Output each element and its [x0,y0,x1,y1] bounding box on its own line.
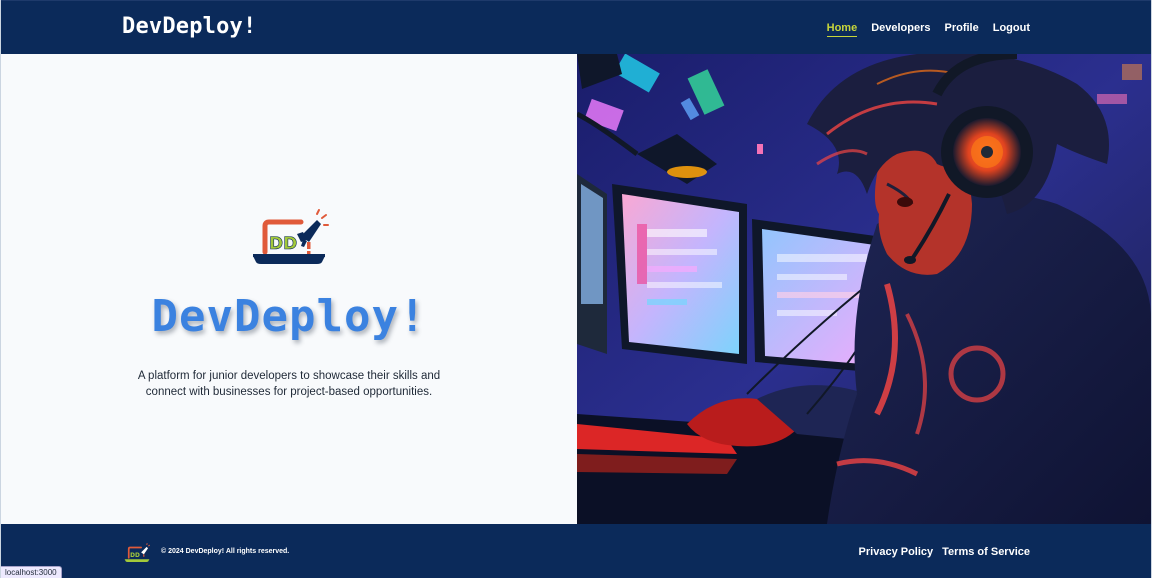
anime-developer-illustration-icon [577,54,1151,524]
page: DevDeploy! Home Developers Profile Logou… [0,0,1152,578]
nav-profile-link[interactable]: Profile [945,20,979,37]
hero-title: DevDeploy! [151,291,427,342]
nav-home-link[interactable]: Home [826,20,858,37]
nav-logout-link[interactable]: Logout [993,20,1030,37]
hero-description: A platform for junior developers to show… [137,370,441,398]
footer-links: Privacy Policy Terms of Service [859,545,1030,559]
devdeploy-megaphone-logo-icon: DD [249,206,329,270]
nav-developers-link[interactable]: Developers [871,20,930,37]
footer: DD © 2024 DevDeploy! All rights reserved… [1,524,1151,578]
main-nav: Home Developers Profile Logout [826,20,1030,37]
footer-devdeploy-logo-icon: DD [123,542,151,564]
copyright-text: © 2024 DevDeploy! All rights reserved. [161,548,290,555]
brand-logo-text[interactable]: DevDeploy! [122,12,256,42]
svg-text:DD: DD [269,234,297,254]
top-navbar: DevDeploy! Home Developers Profile Logou… [1,0,1151,54]
privacy-policy-link[interactable]: Privacy Policy [859,545,934,559]
hero-intro-panel: DD DevDeploy! A platform for junior deve… [1,54,577,524]
svg-text:DD: DD [130,553,140,559]
terms-of-service-link[interactable]: Terms of Service [942,545,1030,559]
browser-status-url: localhost:3000 [1,566,62,578]
hero-illustration [577,54,1151,524]
